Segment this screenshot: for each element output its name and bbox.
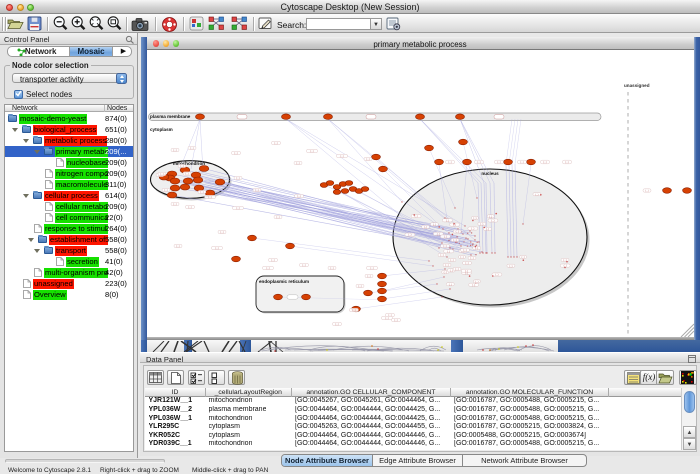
svg-text:plasma membrane: plasma membrane bbox=[150, 114, 191, 119]
svg-text:(..): (..) bbox=[497, 160, 500, 164]
svg-text:(..): (..) bbox=[234, 151, 237, 155]
svg-text:(..): (..) bbox=[310, 149, 313, 153]
svg-text:(..): (..) bbox=[473, 216, 476, 220]
svg-text:(..): (..) bbox=[491, 219, 494, 223]
svg-text:(..): (..) bbox=[480, 222, 483, 226]
svg-text:(..): (..) bbox=[436, 232, 439, 236]
svg-text:(..): (..) bbox=[448, 282, 451, 286]
svg-text:(..): (..) bbox=[489, 214, 492, 218]
svg-text:(..): (..) bbox=[408, 233, 411, 237]
svg-text:(..): (..) bbox=[185, 172, 188, 176]
svg-text:(..): (..) bbox=[447, 249, 450, 253]
svg-text:(..): (..) bbox=[563, 258, 566, 262]
svg-text:(..): (..) bbox=[453, 238, 456, 242]
svg-text:endoplasmic reticulum: endoplasmic reticulum bbox=[259, 279, 309, 284]
svg-text:(..): (..) bbox=[302, 263, 305, 267]
svg-text:(..): (..) bbox=[220, 230, 223, 234]
svg-text:(..): (..) bbox=[255, 188, 258, 192]
svg-text:(..): (..) bbox=[215, 246, 218, 250]
svg-text:(..): (..) bbox=[464, 269, 467, 273]
svg-text:(..): (..) bbox=[173, 148, 176, 152]
svg-text:(..): (..) bbox=[271, 258, 274, 262]
svg-text:(..): (..) bbox=[366, 157, 369, 161]
svg-text:(..): (..) bbox=[335, 322, 338, 326]
svg-text:(..): (..) bbox=[543, 160, 546, 164]
svg-text:(..): (..) bbox=[370, 266, 373, 270]
svg-text:(..): (..) bbox=[521, 255, 524, 259]
svg-text:(..): (..) bbox=[367, 274, 370, 278]
svg-text:(..): (..) bbox=[330, 266, 333, 270]
svg-text:(..): (..) bbox=[180, 164, 183, 168]
svg-text:(..): (..) bbox=[445, 263, 448, 267]
svg-text:(..): (..) bbox=[470, 256, 473, 260]
svg-text:cytoplasm: cytoplasm bbox=[150, 127, 173, 132]
svg-text:(..): (..) bbox=[440, 253, 443, 257]
svg-text:(..): (..) bbox=[443, 244, 446, 248]
svg-text:(..): (..) bbox=[432, 222, 435, 226]
svg-text:(..): (..) bbox=[477, 160, 480, 164]
svg-text:(..): (..) bbox=[423, 225, 426, 229]
svg-text:(..): (..) bbox=[460, 255, 463, 259]
svg-text:(..): (..) bbox=[509, 264, 512, 268]
svg-text:(..): (..) bbox=[276, 215, 279, 219]
svg-text:(..): (..) bbox=[296, 161, 299, 165]
svg-text:(..): (..) bbox=[443, 270, 446, 274]
svg-text:nucleus: nucleus bbox=[481, 171, 499, 176]
svg-text:(..): (..) bbox=[465, 261, 468, 265]
svg-text:(..): (..) bbox=[266, 266, 269, 270]
svg-text:(..): (..) bbox=[455, 267, 458, 271]
svg-text:(..): (..) bbox=[190, 146, 193, 150]
svg-text:(..): (..) bbox=[485, 227, 488, 231]
svg-text:(..): (..) bbox=[450, 258, 453, 262]
svg-text:(..): (..) bbox=[385, 316, 388, 320]
svg-text:(..): (..) bbox=[236, 206, 239, 210]
svg-text:(..): (..) bbox=[535, 192, 538, 196]
svg-text:(..): (..) bbox=[164, 188, 167, 192]
svg-text:(..): (..) bbox=[449, 269, 452, 273]
svg-text:(..): (..) bbox=[297, 194, 300, 198]
svg-text:(..): (..) bbox=[160, 172, 163, 176]
svg-text:(..): (..) bbox=[173, 202, 176, 206]
svg-text:(..): (..) bbox=[455, 230, 458, 234]
svg-text:(..): (..) bbox=[565, 160, 568, 164]
svg-text:(..): (..) bbox=[448, 160, 451, 164]
svg-text:(..): (..) bbox=[645, 189, 648, 193]
svg-text:(..): (..) bbox=[358, 284, 361, 288]
svg-text:(..): (..) bbox=[188, 205, 191, 209]
svg-text:(..): (..) bbox=[463, 248, 466, 252]
svg-text:(..): (..) bbox=[176, 244, 179, 248]
svg-text:(..): (..) bbox=[445, 218, 448, 222]
svg-text:(..): (..) bbox=[394, 318, 397, 322]
svg-text:(..): (..) bbox=[200, 190, 203, 194]
svg-text:(..): (..) bbox=[274, 141, 277, 145]
svg-text:(..): (..) bbox=[340, 154, 343, 158]
svg-text:(..): (..) bbox=[495, 273, 498, 277]
svg-text:(..): (..) bbox=[208, 195, 211, 199]
svg-text:(..): (..) bbox=[443, 235, 446, 239]
svg-text:(..): (..) bbox=[472, 283, 475, 287]
svg-text:unassigned: unassigned bbox=[624, 83, 650, 88]
svg-text:(..): (..) bbox=[520, 160, 523, 164]
svg-text:(..): (..) bbox=[414, 214, 417, 218]
svg-text:mitochondrion: mitochondrion bbox=[172, 161, 204, 166]
svg-text:(..): (..) bbox=[352, 308, 355, 312]
svg-text:(..): (..) bbox=[471, 227, 474, 231]
svg-text:(..): (..) bbox=[475, 280, 478, 284]
svg-text:(..): (..) bbox=[236, 176, 239, 180]
